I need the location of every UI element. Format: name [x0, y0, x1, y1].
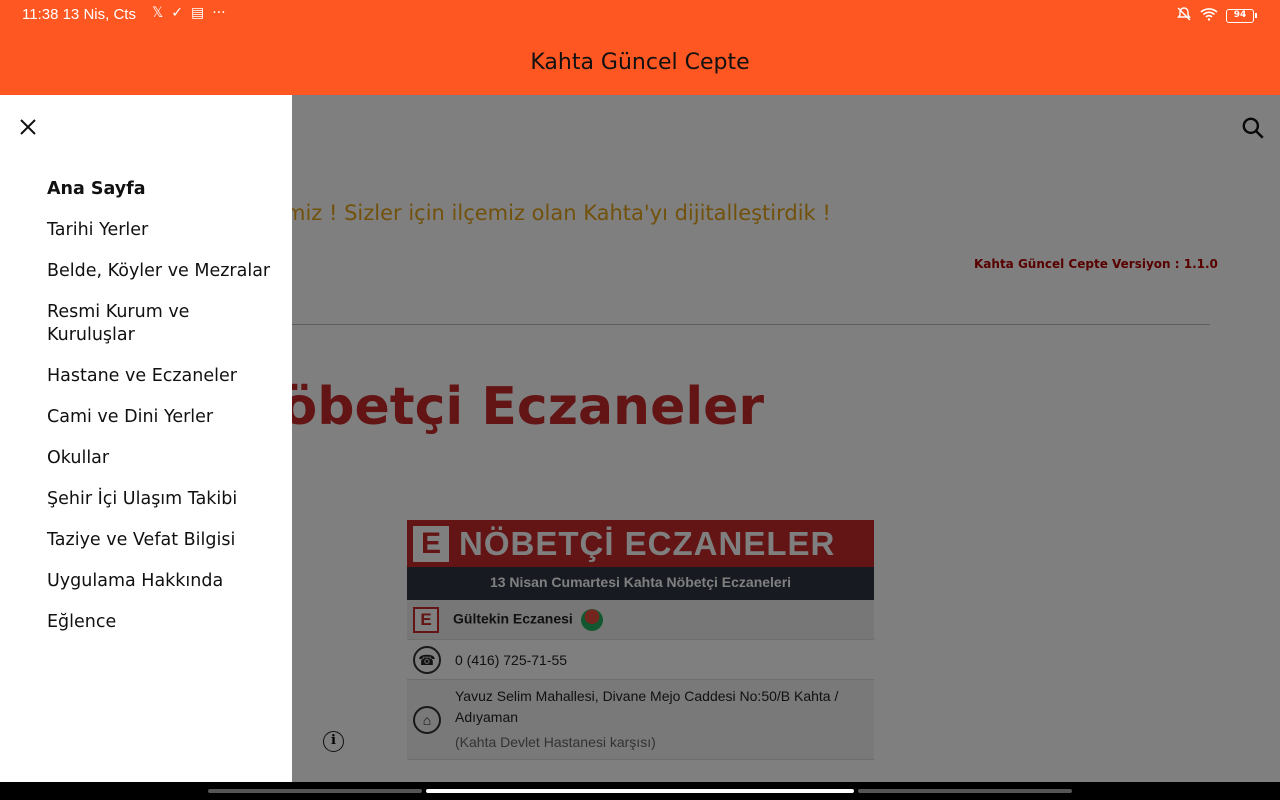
task-icon: ✓: [171, 5, 184, 21]
menu-item-hastane-eczaneler[interactable]: Hastane ve Eczaneler: [47, 365, 277, 388]
drawer-menu: Ana Sayfa Tarihi Yerler Belde, Köyler ve…: [47, 178, 277, 652]
menu-item-ulasim-takibi[interactable]: Şehir İçi Ulaşım Takibi: [47, 488, 277, 511]
menu-item-uygulama-hakkinda[interactable]: Uygulama Hakkında: [47, 570, 277, 593]
menu-item-belde-koyler[interactable]: Belde, Köyler ve Mezralar: [47, 260, 277, 283]
home-gesture-handle[interactable]: [426, 789, 854, 793]
status-right-icons: 94: [1176, 6, 1257, 26]
menu-item-okullar[interactable]: Okullar: [47, 447, 277, 470]
menu-item-resmi-kurum[interactable]: Resmi Kurum ve Kuruluşlar: [47, 301, 277, 347]
nav-segment-left: [208, 789, 422, 793]
battery-icon: 94: [1226, 9, 1257, 23]
status-notification-icons: 𝕏 ✓ ▤ ···: [152, 5, 226, 21]
mute-bell-icon: [1176, 6, 1192, 26]
app-title: Kahta Güncel Cepte: [530, 50, 750, 75]
more-icon: ···: [212, 5, 226, 21]
status-time: 11:38 13 Nis, Cts: [22, 6, 136, 23]
x-icon: 𝕏: [152, 5, 164, 21]
menu-item-tarihi-yerler[interactable]: Tarihi Yerler: [47, 219, 277, 242]
system-navigation-bar: [0, 782, 1280, 800]
menu-item-taziye-vefat[interactable]: Taziye ve Vefat Bilgisi: [47, 529, 277, 552]
menu-item-eglence[interactable]: Eğlence: [47, 611, 277, 634]
close-icon[interactable]: [16, 115, 40, 139]
top-bar: 11:38 13 Nis, Cts 𝕏 ✓ ▤ ··· 94 Kahta Gün…: [0, 0, 1280, 95]
navigation-drawer: Ana Sayfa Tarihi Yerler Belde, Köyler ve…: [0, 95, 292, 782]
status-bar: 11:38 13 Nis, Cts 𝕏 ✓ ▤ ··· 94: [0, 0, 1280, 32]
menu-item-ana-sayfa[interactable]: Ana Sayfa: [47, 178, 277, 201]
menu-item-cami-dini-yerler[interactable]: Cami ve Dini Yerler: [47, 406, 277, 429]
calendar-icon: ▤: [191, 5, 205, 21]
wifi-icon: [1200, 7, 1218, 25]
nav-segment-right: [858, 789, 1072, 793]
